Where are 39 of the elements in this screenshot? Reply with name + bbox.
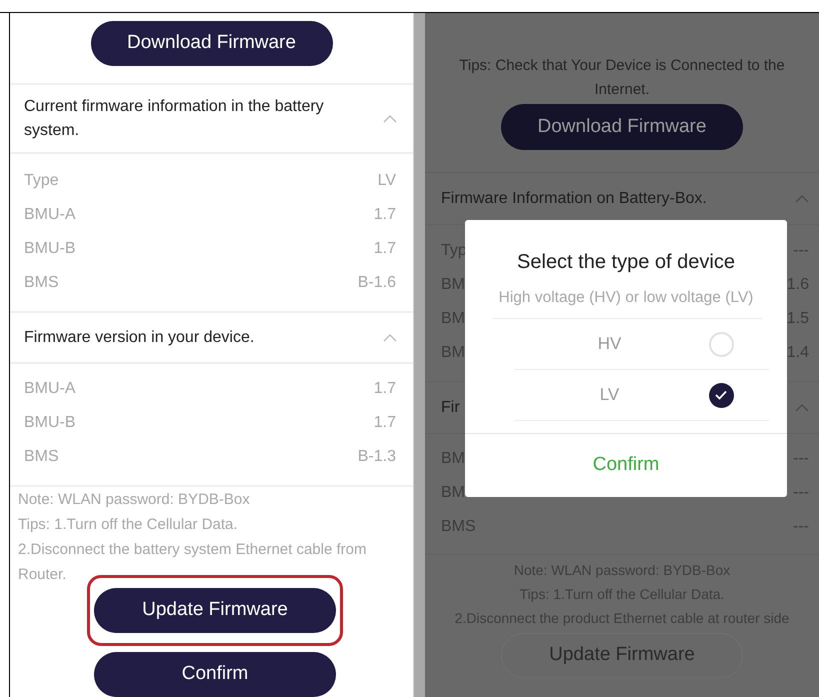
row-value: --- <box>793 241 809 261</box>
radio-checked[interactable] <box>708 382 734 408</box>
row-value: 1.7 <box>374 239 396 259</box>
section-title: Firmware version in your device. <box>24 328 256 348</box>
row-label: BMS <box>24 273 59 293</box>
note-text: Note: WLAN password: BYDB-Box <box>18 490 251 510</box>
chevron-up-icon[interactable] <box>383 333 397 342</box>
row-value: LV <box>378 171 396 191</box>
dialog-subtitle: High voltage (HV) or low voltage (LV) <box>498 288 754 308</box>
row-label: Type <box>24 171 59 191</box>
chevron-up-icon[interactable] <box>795 194 809 203</box>
row-value: B-1.3 <box>358 447 396 467</box>
row-label: BMS <box>24 447 59 467</box>
row-value: B-1.6 <box>358 273 396 293</box>
section-title: Fir <box>441 398 460 418</box>
row-value: --- <box>793 517 809 537</box>
confirm-button[interactable]: Confirm <box>94 652 336 697</box>
section-title: Current firmware information in the battery system. <box>24 96 325 140</box>
chevron-up-icon[interactable] <box>795 403 809 412</box>
row-label: BMU-A <box>24 205 76 225</box>
radio-unchecked[interactable] <box>708 332 734 356</box>
row-value: --- <box>793 449 809 469</box>
row-value: 1.7 <box>374 413 396 433</box>
download-firmware-button[interactable]: Download Firmware <box>90 21 332 66</box>
row-value: 1.7 <box>374 379 396 399</box>
chevron-up-icon[interactable] <box>383 114 397 123</box>
download-firmware-button[interactable]: Download Firmware <box>501 104 743 150</box>
note-text: Tips: 1.Turn off the Cellular Data. <box>18 515 239 535</box>
check-icon <box>715 390 727 400</box>
row-label: BMU-A <box>24 379 76 399</box>
row-value: --- <box>793 483 809 503</box>
note-text: 2.Disconnect the battery system Ethernet cable from Router. <box>18 540 368 585</box>
update-firmware-button[interactable]: Update Firmware <box>94 588 336 633</box>
section-title: Firmware Information on Battery-Box. <box>441 188 707 208</box>
row-value: 1.7 <box>374 205 396 225</box>
dialog-title: Select the type of device <box>517 250 735 275</box>
row-label: BMU-B <box>24 239 76 259</box>
row-label: BMU-B <box>24 413 76 433</box>
tips-text: Tips: Check that Your Device is Connected to the Internet. <box>458 56 786 100</box>
